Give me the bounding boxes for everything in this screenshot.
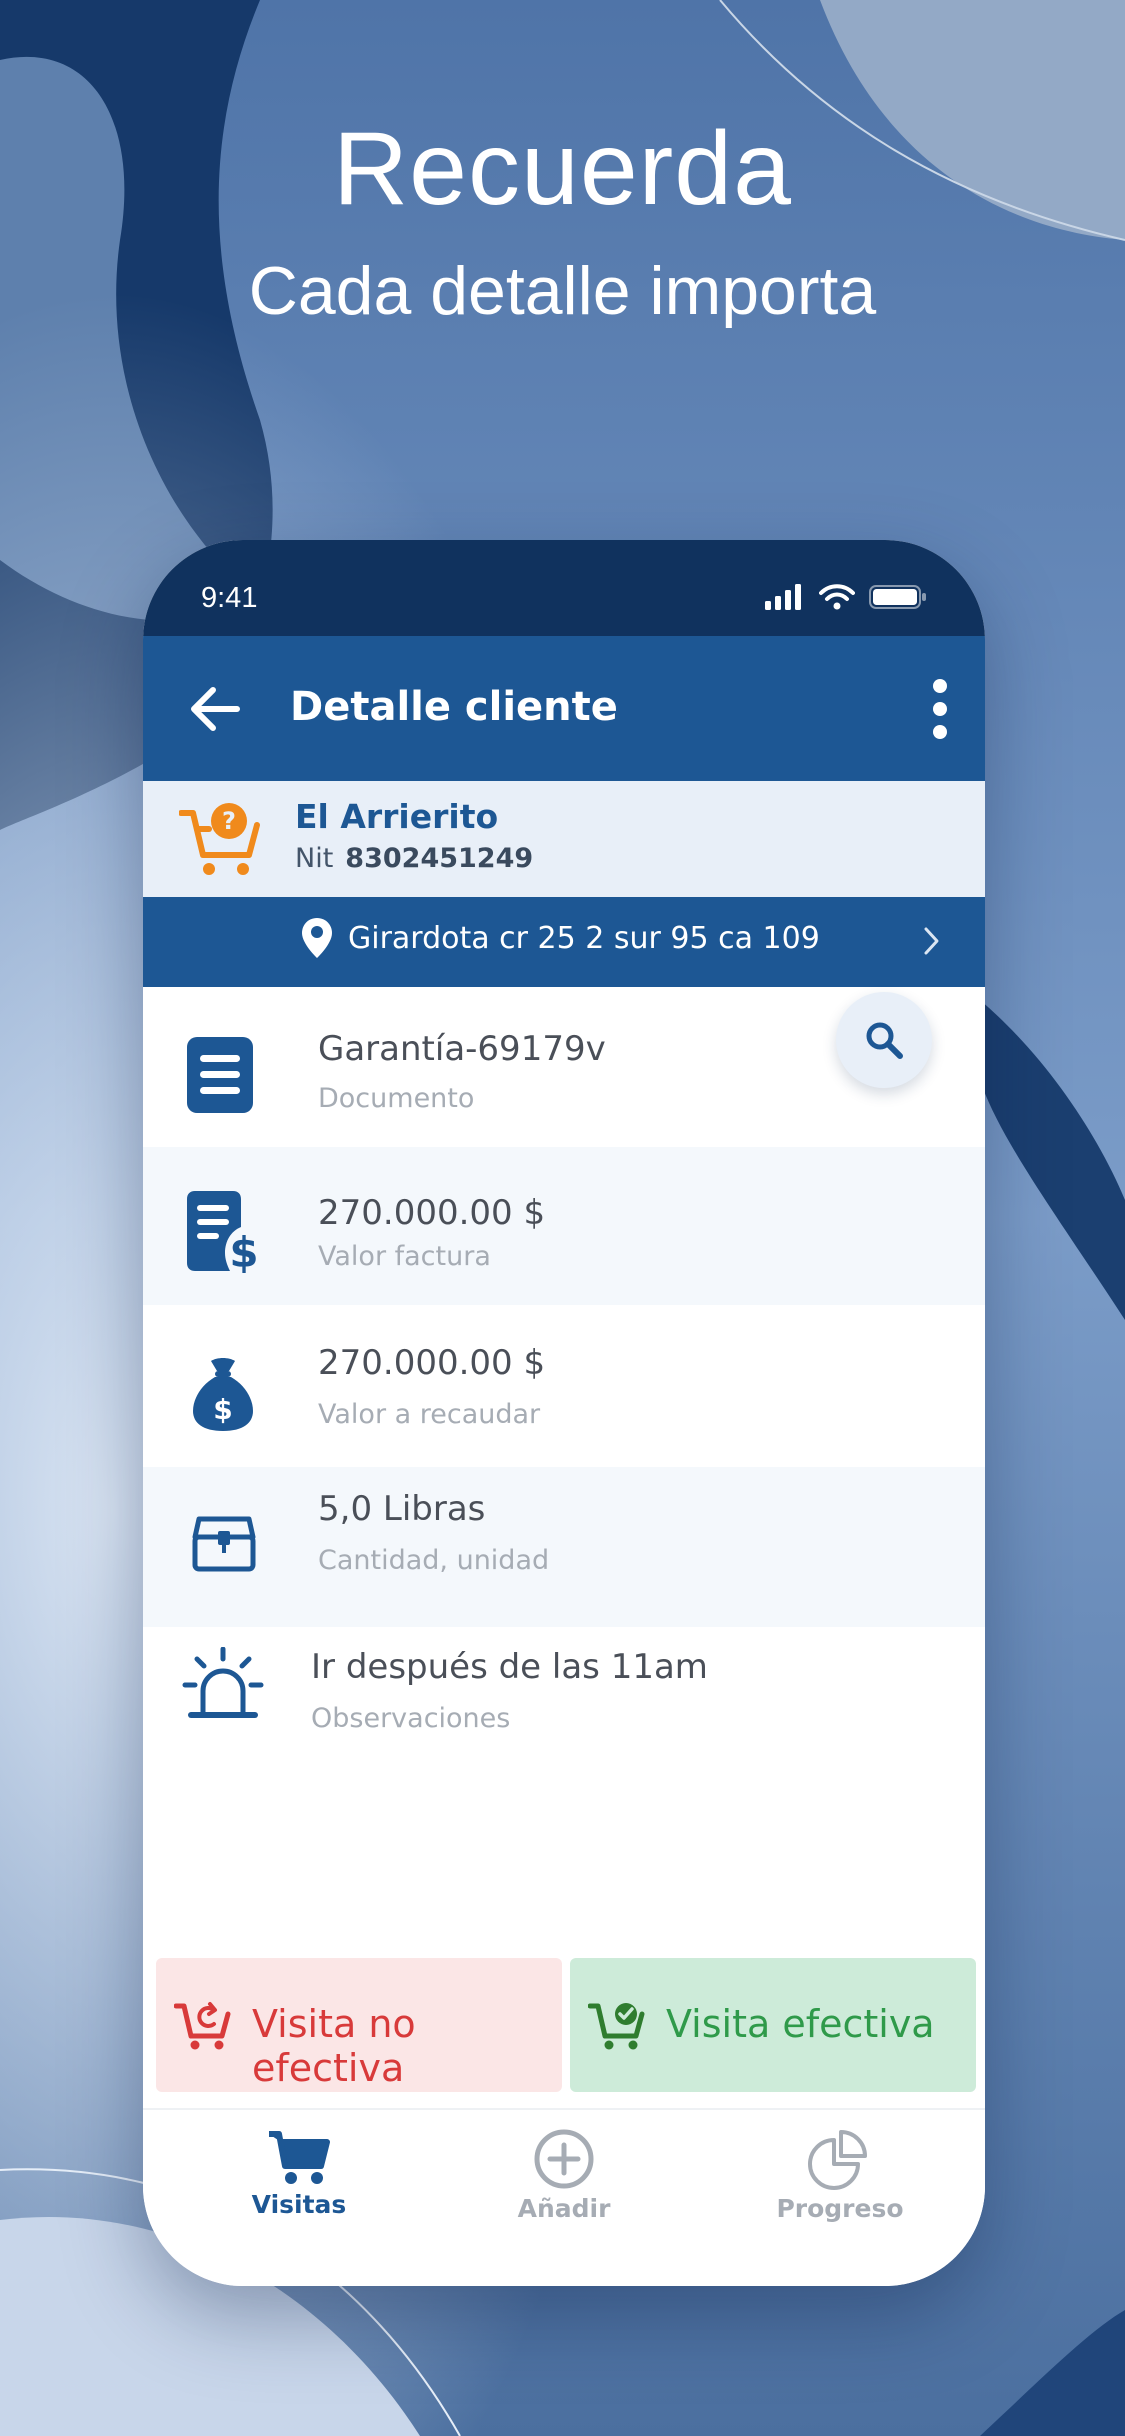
detail-row-collect: $ 270.000.00 $ Valor a recaudar: [143, 1305, 985, 1467]
more-options-icon[interactable]: [925, 676, 955, 742]
visit-effective-label: Visita efectiva: [666, 2002, 935, 2046]
notes-label: Observaciones: [311, 1703, 511, 1734]
visit-not-effective-button[interactable]: Visita no efectiva: [156, 1958, 562, 2092]
visit-not-effective-label: Visita no efectiva: [252, 2002, 416, 2090]
collect-value: 270.000.00 $: [318, 1343, 546, 1383]
nit-label: Nit: [295, 843, 334, 874]
nav-anadir[interactable]: Añadir: [464, 2128, 664, 2248]
invoice-value: 270.000.00 $: [318, 1193, 546, 1233]
svg-text:$: $: [213, 1393, 232, 1426]
phone-mockup: 9:41 Detalle cliente ? El Arrierito Nit …: [143, 540, 985, 2286]
bottom-navigation: Visitas Añadir Progreso: [143, 2108, 985, 2286]
detail-row-quantity: 5,0 Libras Cantidad, unidad: [143, 1467, 985, 1627]
client-nit: Nit 8302451249: [295, 843, 533, 874]
detail-row-notes: Ir después de las 11am Observaciones: [143, 1627, 985, 1787]
collect-label: Valor a recaudar: [318, 1399, 541, 1430]
quantity-value: 5,0 Libras: [318, 1489, 486, 1529]
chevron-right-icon: [924, 927, 939, 955]
document-icon: [187, 1037, 253, 1113]
promo-subheadline: Cada detalle importa: [248, 253, 877, 329]
invoice-label: Valor factura: [318, 1241, 491, 1272]
client-name: El Arrierito: [295, 797, 499, 836]
nav-visitas[interactable]: Visitas: [199, 2128, 399, 2248]
wifi-icon: [819, 584, 855, 610]
battery-icon: [869, 585, 926, 609]
app-bar: Detalle cliente: [143, 636, 985, 781]
cart-question-icon: ?: [179, 803, 260, 875]
money-bag-icon: $: [193, 1358, 253, 1431]
add-circle-icon: [534, 2129, 594, 2189]
shopping-cart-icon: [269, 2131, 330, 2184]
promo-headline: Recuerda: [333, 111, 792, 227]
alarm-light-icon: [182, 1647, 264, 1718]
nav-visitas-label: Visitas: [251, 2190, 347, 2219]
back-arrow-icon[interactable]: [179, 674, 249, 744]
search-icon: [866, 1022, 903, 1059]
document-value: Garantía-69179v: [318, 1029, 606, 1069]
pie-chart-icon: [808, 2130, 867, 2190]
detail-row-invoice: $ 270.000.00 $ Valor factura: [143, 1147, 985, 1305]
signal-icon: [765, 584, 801, 610]
cart-return-icon: [174, 2002, 231, 2050]
svg-text:?: ?: [222, 807, 236, 835]
package-box-icon: [192, 1516, 256, 1572]
address-text: Girardota cr 25 2 sur 95 ca 109: [348, 921, 820, 956]
nav-anadir-label: Añadir: [517, 2194, 611, 2223]
document-label: Documento: [318, 1083, 475, 1114]
nav-progreso-label: Progreso: [776, 2194, 904, 2223]
notes-value: Ir después de las 11am: [311, 1647, 708, 1687]
nav-progreso[interactable]: Progreso: [740, 2128, 940, 2248]
search-document-button[interactable]: [836, 992, 932, 1088]
address-bar[interactable]: Girardota cr 25 2 sur 95 ca 109: [143, 897, 985, 987]
status-bar: 9:41: [143, 540, 985, 636]
invoice-dollar-icon: $: [187, 1191, 259, 1273]
location-pin-icon: [302, 918, 332, 958]
client-header: ? El Arrierito Nit 8302451249: [143, 781, 985, 897]
quantity-label: Cantidad, unidad: [318, 1545, 550, 1576]
visit-effective-button[interactable]: Visita efectiva: [570, 1958, 976, 2092]
cart-check-icon: [588, 2003, 645, 2050]
status-time: 9:41: [201, 582, 258, 614]
nit-value: 8302451249: [345, 843, 534, 874]
page-title: Detalle cliente: [290, 684, 618, 730]
svg-text:$: $: [229, 1228, 258, 1273]
